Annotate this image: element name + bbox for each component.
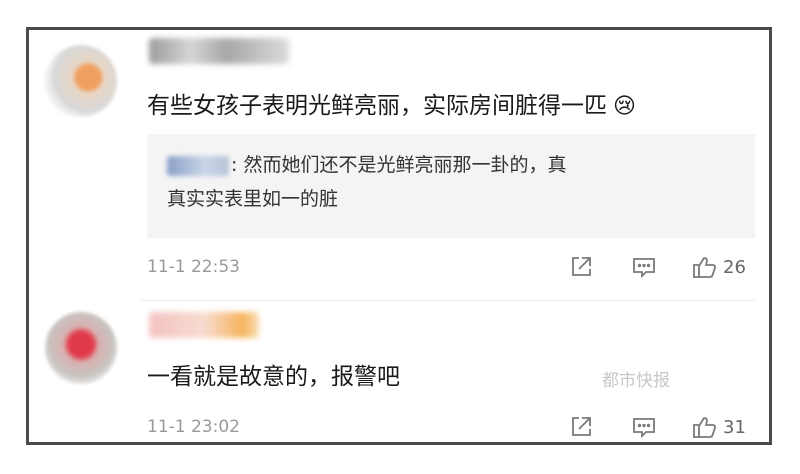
share-button[interactable] <box>568 254 594 280</box>
comment-icon <box>633 258 655 279</box>
share-button[interactable] <box>568 414 594 440</box>
like-button[interactable]: 26 <box>691 254 746 280</box>
divider <box>141 300 755 301</box>
reply-box[interactable]: : 然而她们还不是光鲜亮丽那一卦的，真 真实实表里如一的脏 <box>147 134 755 238</box>
username-blurred[interactable] <box>149 38 289 64</box>
comment-text: 一看就是故意的，报警吧 <box>147 364 400 390</box>
watermark-text: 都市快报 <box>602 371 670 391</box>
like-count: 26 <box>723 256 746 278</box>
comment-text-body: 有些女孩子表明光鲜亮丽，实际房间脏得一匹 <box>147 93 607 119</box>
reply-button[interactable] <box>631 254 657 280</box>
reply-text-line2: 真实实表里如一的脏 <box>167 188 339 210</box>
username-blurred[interactable] <box>149 312 259 338</box>
comment-item: 有些女孩子表明光鲜亮丽，实际房间脏得一匹 😢 : 然而她们还不是光鲜亮丽那一卦的，… <box>29 30 769 300</box>
reply-colon: : <box>231 154 238 176</box>
like-count: 31 <box>723 416 746 438</box>
reply-button[interactable] <box>631 414 657 440</box>
share-icon <box>572 257 591 276</box>
reply-username-blurred[interactable] <box>167 155 229 176</box>
like-button[interactable]: 31 <box>691 414 746 440</box>
share-icon <box>572 417 591 436</box>
comment-text: 有些女孩子表明光鲜亮丽，实际房间脏得一匹 😢 <box>147 86 636 120</box>
avatar[interactable] <box>45 45 117 117</box>
timestamp: 11-1 23:02 <box>147 417 240 437</box>
thumbs-up-icon <box>693 257 717 278</box>
timestamp: 11-1 22:53 <box>147 257 240 277</box>
comment-icon <box>633 418 655 439</box>
reply-text-line1: 然而她们还不是光鲜亮丽那一卦的，真 <box>243 154 567 176</box>
crying-emoji-icon: 😢 <box>613 94 636 119</box>
avatar[interactable] <box>45 312 117 384</box>
thumbs-up-icon <box>693 417 717 438</box>
